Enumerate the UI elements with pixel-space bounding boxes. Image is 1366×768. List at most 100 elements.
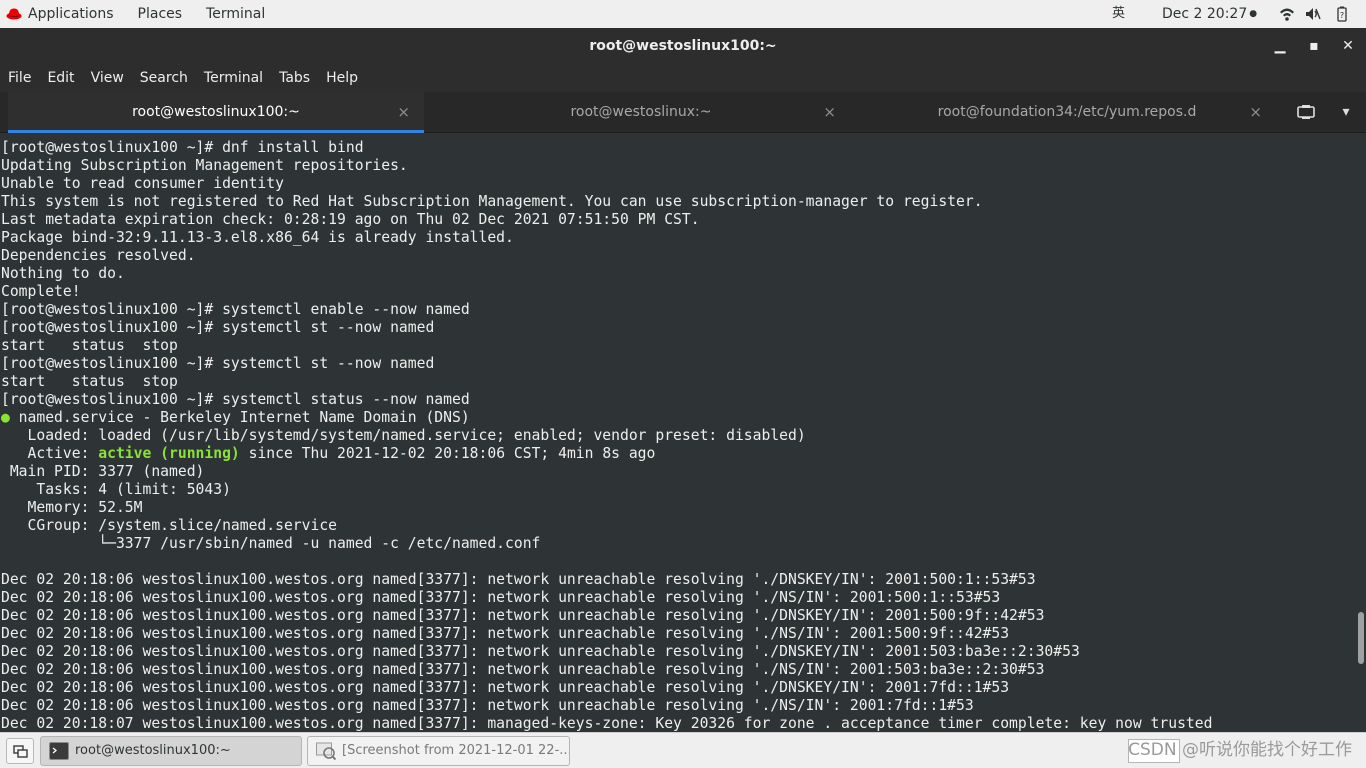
terminal-output: [root@westoslinux100 ~]# dnf install bin… [1, 133, 1212, 732]
menu-view[interactable]: View [83, 64, 132, 92]
tab-close-button[interactable]: × [1249, 92, 1262, 133]
applications-menu[interactable]: Applications [0, 0, 126, 28]
terminal-line-text: Dec 02 20:18:06 westoslinux100.westos.or… [1, 625, 1010, 642]
show-desktop-icon [13, 745, 28, 758]
tab-label: root@westoslinux100:~ [132, 104, 300, 120]
terminal-line-text: [root@westoslinux100 ~]# dnf install bin… [1, 139, 364, 156]
watermark: CSDN @听说你能找个好工作 [1128, 740, 1352, 760]
scrollbar-thumb[interactable] [1358, 612, 1364, 664]
tabs-menu-button[interactable]: ▾ [1332, 92, 1360, 133]
terminal-line: [root@westoslinux100 ~]# systemctl st --… [1, 319, 1212, 337]
terminal-line-text: [root@westoslinux100 ~]# systemctl enabl… [1, 301, 470, 318]
terminal-line: Active: active (running) since Thu 2021-… [1, 445, 1212, 463]
terminal-line: This system is not registered to Red Hat… [1, 193, 1212, 211]
battery-icon[interactable]: ? [1334, 6, 1350, 22]
menu-terminal[interactable]: Terminal [196, 64, 271, 92]
terminal-line-text: Dec 02 20:18:06 westoslinux100.westos.or… [1, 589, 1001, 606]
tab-westoslinux[interactable]: root@westoslinux:~ × [432, 92, 850, 133]
input-method-indicator[interactable]: 英 [1112, 0, 1125, 28]
terminal-line-text: Dec 02 20:18:06 westoslinux100.westos.or… [1, 661, 1045, 678]
terminal-line: ● named.service - Berkeley Internet Name… [1, 409, 1212, 427]
terminal-line-text: Package bind-32:9.11.13-3.el8.x86_64 is … [1, 229, 514, 246]
tab-label: root@westoslinux:~ [570, 104, 712, 120]
menu-bar: File Edit View Search Terminal Tabs Help [0, 64, 1366, 92]
terminal-icon [49, 742, 69, 760]
terminal-line: [root@westoslinux100 ~]# systemctl enabl… [1, 301, 1212, 319]
terminal-line: Loaded: loaded (/usr/lib/systemd/system/… [1, 427, 1212, 445]
menu-help[interactable]: Help [318, 64, 366, 92]
terminal-line: Dec 02 20:18:06 westoslinux100.westos.or… [1, 571, 1212, 589]
terminal-line: └─3377 /usr/sbin/named -u named -c /etc/… [1, 535, 1212, 553]
svg-text:?: ? [1340, 11, 1344, 20]
window-title: root@westoslinux100:~ [589, 38, 777, 54]
terminal-line-text: named.service - Berkeley Internet Name D… [9, 409, 470, 426]
terminal-line-text: Dec 02 20:18:06 westoslinux100.westos.or… [1, 643, 1080, 660]
minimize-button[interactable]: ▁ [1263, 28, 1297, 64]
terminal-line: Tasks: 4 (limit: 5043) [1, 481, 1212, 499]
menu-edit[interactable]: Edit [39, 64, 82, 92]
places-menu[interactable]: Places [126, 0, 195, 28]
close-window-button[interactable]: ✕ [1331, 28, 1365, 64]
clock-text: Dec 2 20:27 [1162, 6, 1248, 22]
terminal-line: Dec 02 20:18:06 westoslinux100.westos.or… [1, 607, 1212, 625]
terminal-line: Memory: 52.5M [1, 499, 1212, 517]
taskbar-item-label: root@westoslinux100:~ [75, 743, 231, 758]
top-bar: Applications Places Terminal 英 Dec 2 20:… [0, 0, 1366, 28]
terminal-line: start status stop [1, 337, 1212, 355]
tab-close-button[interactable]: × [397, 92, 410, 133]
volume-icon[interactable] [1305, 6, 1321, 22]
tab-close-button[interactable]: × [823, 92, 836, 133]
terminal-line-text: [root@westoslinux100 ~]# systemctl st --… [1, 355, 435, 372]
terminal-line-text: Dec 02 20:18:06 westoslinux100.westos.or… [1, 607, 1045, 624]
clock[interactable]: Dec 2 20:27 ● [1162, 0, 1257, 28]
terminal-line-text: This system is not registered to Red Hat… [1, 193, 983, 210]
terminal-line-text: Last metadata expiration check: 0:28:19 … [1, 211, 700, 228]
tab-westoslinux100[interactable]: root@westoslinux100:~ × [8, 92, 424, 133]
terminal-line-text: Memory: 52.5M [1, 499, 143, 516]
terminal-line-text: Unable to read consumer identity [1, 175, 284, 192]
terminal-app-menu[interactable]: Terminal [194, 0, 277, 28]
terminal-line: start status stop [1, 373, 1212, 391]
taskbar-item-label: [Screenshot from 2021-12-01 22-... [342, 743, 570, 758]
terminal-line: Updating Subscription Management reposit… [1, 157, 1212, 175]
terminal-line: Dec 02 20:18:06 westoslinux100.westos.or… [1, 679, 1212, 697]
terminal-line-text: Nothing to do. [1, 265, 125, 282]
status-dot: ● [1, 409, 10, 426]
terminal-line: Dec 02 20:18:06 westoslinux100.westos.or… [1, 625, 1212, 643]
terminal-line-text: Loaded: loaded (/usr/lib/systemd/system/… [1, 427, 806, 444]
menu-tabs[interactable]: Tabs [271, 64, 318, 92]
image-viewer-icon [316, 742, 336, 760]
terminal-line-text: Dec 02 20:18:07 westoslinux100.westos.or… [1, 715, 1213, 732]
taskbar-item-terminal[interactable]: root@westoslinux100:~ [40, 736, 302, 766]
terminal-line: [root@westoslinux100 ~]# systemctl statu… [1, 391, 1212, 409]
show-desktop-button[interactable] [6, 738, 34, 764]
window-titlebar[interactable]: root@westoslinux100:~ ▁ ▪ ✕ [0, 28, 1366, 64]
active-status: active (running) [98, 445, 240, 462]
terminal-line: Dec 02 20:18:06 westoslinux100.westos.or… [1, 643, 1212, 661]
wifi-icon[interactable] [1279, 6, 1295, 22]
terminal-line-text: Dec 02 20:18:06 westoslinux100.westos.or… [1, 571, 1036, 588]
terminal-line-text: CGroup: /system.slice/named.service [1, 517, 338, 534]
terminal-line: Main PID: 3377 (named) [1, 463, 1212, 481]
redhat-icon [6, 8, 22, 20]
menu-search[interactable]: Search [132, 64, 196, 92]
terminal-line: [root@westoslinux100 ~]# systemctl st --… [1, 355, 1212, 373]
terminal-line-text: Main PID: 3377 (named) [1, 463, 205, 480]
terminal-line-text: start status stop [1, 337, 178, 354]
bottom-taskbar: root@westoslinux100:~ [Screenshot from 2… [0, 732, 1366, 768]
terminal-area[interactable]: [root@westoslinux100 ~]# dnf install bin… [0, 133, 1356, 732]
applications-label: Applications [28, 6, 114, 22]
terminal-line-text: start status stop [1, 373, 178, 390]
terminal-line: Complete! [1, 283, 1212, 301]
tab-foundation34[interactable]: root@foundation34:/etc/yum.repos.d × [858, 92, 1276, 133]
terminal-line: Unable to read consumer identity [1, 175, 1212, 193]
tab-label: root@foundation34:/etc/yum.repos.d [937, 104, 1197, 120]
taskbar-item-screenshot[interactable]: [Screenshot from 2021-12-01 22-... [307, 736, 570, 766]
terminal-line: Dec 02 20:18:06 westoslinux100.westos.or… [1, 661, 1212, 679]
new-tab-icon [1297, 105, 1315, 119]
menu-file[interactable]: File [0, 64, 39, 92]
maximize-button[interactable]: ▪ [1297, 28, 1331, 64]
new-tab-button[interactable] [1290, 92, 1322, 133]
terminal-line: Dec 02 20:18:06 westoslinux100.westos.or… [1, 697, 1212, 715]
